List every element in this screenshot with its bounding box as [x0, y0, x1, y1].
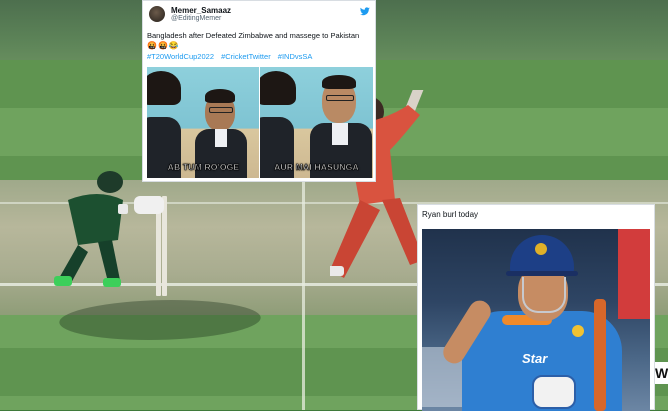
jersey-badge-icon	[572, 325, 584, 337]
helmet	[510, 235, 574, 275]
edge-letter: W	[655, 362, 668, 384]
meme-caption-left: AB TUM RO'OGE	[167, 162, 240, 173]
tweet-card: Memer_Samaaz @EditingMemer Bangladesh af…	[142, 0, 376, 182]
meme-caption-right: AUR MAI HASUNGA	[274, 162, 359, 173]
helmet-grill	[522, 277, 566, 313]
batting-glove	[532, 375, 576, 409]
banner-red	[618, 229, 650, 319]
user-handle[interactable]: @EditingMemer	[171, 15, 221, 22]
hashtag-link[interactable]: #INDvsSA	[278, 52, 313, 61]
helmet-visor	[506, 271, 578, 276]
keeper-gloves	[134, 196, 164, 214]
display-name[interactable]: Memer_Samaaz	[171, 6, 231, 15]
meme-panel-left: AB TUM RO'OGE	[147, 67, 260, 178]
helmet-badge-icon	[535, 243, 547, 255]
wicketkeeper-figure	[54, 171, 128, 287]
twitter-bird-icon[interactable]	[360, 7, 370, 16]
meme-panel-right: AUR MAI HASUNGA	[260, 67, 373, 178]
tweet-text: Bangladesh after Defeated Zimbabwe and m…	[147, 31, 360, 40]
tweet-emojis: 🤬🤬😂	[147, 41, 180, 50]
hashtag-list: #T20WorldCup2022 #CricketTwitter #INDvsS…	[147, 52, 317, 61]
hashtag-link[interactable]: #CricketTwitter	[221, 52, 271, 61]
avatar[interactable]	[149, 6, 165, 22]
card-caption: Ryan burl today	[422, 210, 479, 219]
jersey-sponsor: Star	[522, 351, 548, 366]
return-crease-line	[302, 180, 305, 410]
cricket-bat	[594, 299, 606, 411]
tweet-header: Memer_Samaaz @EditingMemer	[147, 4, 373, 24]
hashtag-link[interactable]: #T20WorldCup2022	[147, 52, 214, 61]
cricketer-photo[interactable]: Star	[422, 229, 650, 411]
reaction-card: Ryan burl today Star	[417, 204, 655, 411]
meme-image[interactable]: AB TUM RO'OGE AUR MAI HASUNGA	[147, 67, 373, 178]
